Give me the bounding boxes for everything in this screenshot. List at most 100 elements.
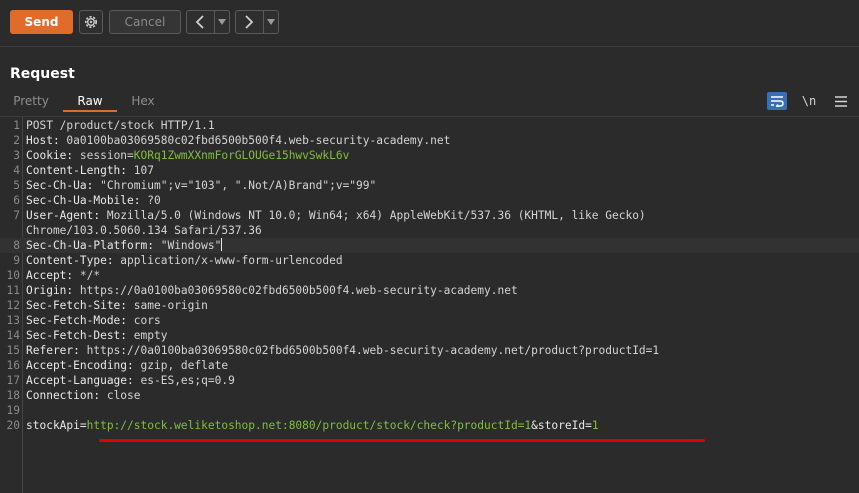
request-line[interactable]: 13 Sec-Fetch-Mode: cors [0, 313, 859, 328]
header-name: User-Agent: [26, 209, 107, 222]
tab-hex[interactable]: Hex [118, 90, 168, 112]
header-value: 107 [133, 164, 154, 177]
forward-nav [235, 10, 279, 34]
header-value: same-origin [133, 299, 208, 312]
request-line[interactable]: 10 Accept: */* [0, 268, 859, 283]
line-number: 20 [6, 419, 20, 432]
word-wrap-button[interactable] [767, 92, 787, 110]
request-line[interactable]: 18 Connection: close [0, 388, 859, 403]
show-newlines-button[interactable]: \n [799, 92, 819, 110]
forward-dropdown-button[interactable] [262, 11, 278, 33]
request-line[interactable]: 8 Sec-Ch-Ua-Platform: "Windows" [0, 238, 859, 253]
cancel-button[interactable]: Cancel [109, 10, 181, 34]
header-value: */* [79, 269, 101, 282]
text-cursor [221, 238, 223, 251]
line-number: 19 [6, 404, 20, 417]
header-name: Sec-Fetch-Site: [26, 299, 134, 312]
tab-raw[interactable]: Raw [63, 90, 117, 112]
request-line-text: Referer: https://0a0100ba03069580c02fbd6… [26, 343, 659, 358]
line-number: 8 [13, 239, 20, 252]
line-number: 15 [6, 344, 20, 357]
request-line-text: Accept-Language: es-ES,es;q=0.9 [26, 373, 235, 388]
header-value: "Chromium";v="103", ".Not/A)Brand";v="99… [100, 179, 377, 192]
header-value: ?0 [147, 194, 161, 207]
line-number: 6 [13, 194, 20, 207]
hamburger-menu-icon [835, 95, 847, 107]
request-line-text: Chrome/103.0.5060.134 Safari/537.36 [26, 223, 262, 238]
line-number: 17 [6, 374, 20, 387]
forward-button[interactable] [236, 11, 263, 33]
request-line[interactable]: 20 stockApi=http://stock.weliketoshop.net… [0, 418, 859, 433]
request-line-text: POST /product/stock HTTP/1.1 [26, 118, 215, 133]
header-name: Sec-Fetch-Dest: [26, 329, 134, 342]
request-line[interactable]: 9 Content-Type: application/x-www-form-ur… [0, 253, 859, 268]
header-name: Sec-Ch-Ua-Mobile: [26, 194, 148, 207]
request-line-text: Sec-Fetch-Mode: cors [26, 313, 161, 328]
caret-down-icon [217, 19, 226, 25]
request-line-text: Sec-Fetch-Dest: empty [26, 328, 167, 343]
request-line[interactable]: Chrome/103.0.5060.134 Safari/537.36 [0, 223, 859, 238]
header-name: Host: [26, 134, 67, 147]
settings-button[interactable] [79, 10, 103, 34]
header-name: Accept-Language: [26, 374, 141, 387]
chevron-left-icon [196, 15, 204, 29]
header-value: https://0a0100ba03069580c02fbd6500b500f4… [79, 284, 518, 297]
line-number: 9 [13, 254, 20, 267]
request-line[interactable]: 6 Sec-Ch-Ua-Mobile: ?0 [0, 193, 859, 208]
editor-tabs: Pretty Raw Hex \n [0, 90, 859, 112]
word-wrap-icon [771, 96, 784, 107]
panel-title: Request [10, 66, 75, 82]
request-line[interactable]: 15 Referer: https://0a0100ba03069580c02fb… [0, 343, 859, 358]
request-line-text: Sec-Ch-Ua: "Chromium";v="103", ".Not/A)B… [26, 178, 376, 193]
header-name: Referer: [26, 344, 87, 357]
line-number: 10 [6, 269, 20, 282]
line-number: 1 [13, 119, 20, 132]
header-name: Cookie: [26, 149, 80, 162]
back-nav [186, 10, 230, 34]
back-button[interactable] [187, 11, 214, 33]
red-underline-annotation [99, 439, 705, 442]
editor-menu-button[interactable] [831, 92, 851, 110]
request-line[interactable]: 17 Accept-Language: es-ES,es;q=0.9 [0, 373, 859, 388]
request-line[interactable]: 2 Host: 0a0100ba03069580c02fbd6500b500f4.… [0, 133, 859, 148]
request-line[interactable]: 5 Sec-Ch-Ua: "Chromium";v="103", ".Not/A)… [0, 178, 859, 193]
send-button[interactable]: Send [10, 10, 73, 34]
request-line-text: Accept-Encoding: gzip, deflate [26, 358, 228, 373]
header-name: Sec-Ch-Ua-Platform: [26, 239, 161, 252]
request-line-text: User-Agent: Mozilla/5.0 (Windows NT 10.0… [26, 208, 646, 223]
editor-options: \n [767, 90, 851, 112]
request-line-text: Sec-Ch-Ua-Platform: "Windows" [26, 238, 223, 253]
line-number: 7 [13, 209, 20, 222]
tab-pretty[interactable]: Pretty [0, 90, 62, 112]
request-line[interactable]: 3 Cookie: session=KORq1ZwmXXnmForGLOUGe15… [0, 148, 859, 163]
header-name: Sec-Fetch-Mode: [26, 314, 134, 327]
request-line-text: Sec-Ch-Ua-Mobile: ?0 [26, 193, 161, 208]
header-value: es-ES,es;q=0.9 [140, 374, 235, 387]
line-number: 5 [13, 179, 20, 192]
request-line[interactable]: 14 Sec-Fetch-Dest: empty [0, 328, 859, 343]
chevron-right-icon [245, 15, 254, 29]
line-number: 13 [6, 314, 20, 327]
header-name: Accept-Encoding: [26, 359, 141, 372]
caret-down-icon [266, 19, 275, 25]
request-line[interactable]: 7 User-Agent: Mozilla/5.0 (Windows NT 10.… [0, 208, 859, 223]
request-line[interactable]: 4 Content-Length: 107 [0, 163, 859, 178]
header-value: session=KORq1ZwmXXnmForGLOUGe15hwvSwkL6v [80, 149, 349, 162]
request-line[interactable]: 1 POST /product/stock HTTP/1.1 [0, 118, 859, 133]
line-number: 18 [6, 389, 20, 402]
header-value: close [106, 389, 141, 402]
toolbar: Send Cancel [0, 0, 859, 47]
request-line[interactable]: 12 Sec-Fetch-Site: same-origin [0, 298, 859, 313]
request-line-text: Host: 0a0100ba03069580c02fbd6500b500f4.w… [26, 133, 450, 148]
request-editor[interactable]: 1 POST /product/stock HTTP/1.1 2 Host: 0a01… [0, 116, 859, 493]
request-line[interactable]: 16 Accept-Encoding: gzip, deflate [0, 358, 859, 373]
back-dropdown-button[interactable] [213, 11, 229, 33]
url-part: http://stock.weliketoshop.net:8080/produ… [86, 419, 532, 432]
cookie-name: session= [79, 149, 134, 162]
request-line-text: Origin: https://0a0100ba03069580c02fbd65… [26, 283, 518, 298]
header-value: https://0a0100ba03069580c02fbd6500b500f4… [86, 344, 660, 357]
header-value: Mozilla/5.0 (Windows NT 10.0; Win64; x64… [106, 209, 646, 222]
request-line[interactable]: 11 Origin: https://0a0100ba03069580c02fbd… [0, 283, 859, 298]
request-line[interactable]: 19 [0, 403, 859, 418]
request-line-text: Content-Type: application/x-www-form-url… [26, 253, 343, 268]
